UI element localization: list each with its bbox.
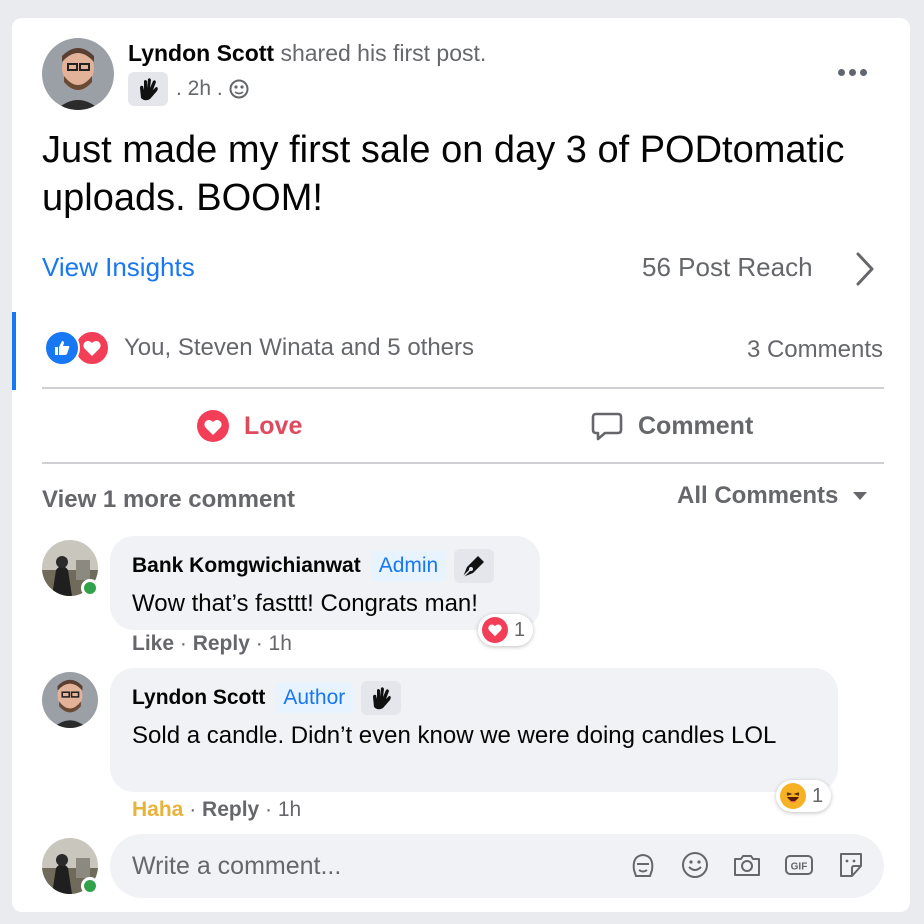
comment-actions: Like · Reply · 1h [132, 632, 292, 656]
globe-icon [229, 79, 249, 105]
wave-badge-icon[interactable] [361, 681, 402, 715]
reactions-summary[interactable]: You, Steven Winata and 5 others [44, 330, 474, 366]
author-name[interactable]: Lyndon Scott [128, 40, 274, 66]
like-link[interactable]: Like [132, 632, 174, 655]
comment-input[interactable]: Write a comment... GIF [110, 834, 884, 898]
view-more-comments[interactable]: View 1 more comment [42, 486, 295, 514]
emoji-icon[interactable] [680, 850, 710, 880]
comment-bubble: Lyndon Scott Author Sold a candle. Didn’… [110, 668, 838, 792]
view-insights-link[interactable]: View Insights [42, 252, 195, 283]
reaction-count: 1 [514, 618, 526, 641]
commenter-name[interactable]: Lyndon Scott [132, 686, 265, 710]
comment-time[interactable]: · 1h [259, 798, 301, 821]
commenter-name[interactable]: Bank Komgwichianwat [132, 554, 361, 578]
separator: · [183, 798, 203, 821]
online-status-dot [81, 877, 99, 895]
caret-down-icon [853, 492, 868, 500]
love-icon [197, 410, 229, 442]
love-button[interactable]: Love [196, 392, 302, 460]
more-options-icon[interactable] [830, 58, 874, 86]
divider [42, 387, 884, 389]
gif-icon[interactable]: GIF [784, 850, 814, 880]
author-line: Lyndon Scott shared his first post. [128, 40, 486, 67]
role-badge: Admin [370, 551, 447, 581]
love-icon [482, 617, 508, 643]
online-status-dot [81, 579, 99, 597]
haha-icon [780, 783, 806, 809]
author-avatar[interactable] [42, 38, 114, 110]
comment-text: Sold a candle. Didn’t even know we were … [132, 722, 777, 749]
comment-button[interactable]: Comment [590, 392, 753, 460]
divider [42, 462, 884, 464]
reply-link[interactable]: Reply [202, 798, 259, 821]
reactors-text: You, Steven Winata and 5 others [124, 334, 475, 361]
accent-bar [12, 312, 16, 390]
comment-icon [591, 412, 623, 441]
haha-link[interactable]: Haha [132, 798, 183, 821]
comments-count[interactable]: 3 Comments [747, 336, 883, 364]
pen-badge-icon[interactable] [454, 549, 495, 583]
comment-filter[interactable]: All Comments [677, 482, 868, 510]
separator: · [174, 632, 193, 655]
love-label: Love [244, 411, 303, 440]
comment-bubble: Bank Komgwichianwat Admin Wow that’s fas… [110, 536, 540, 630]
composer-icons: GIF [628, 850, 866, 880]
sticker-icon[interactable] [836, 850, 866, 880]
post-meta: . 2h . [128, 72, 249, 106]
like-icon [44, 330, 80, 366]
commenter-avatar[interactable] [42, 672, 98, 728]
reply-link[interactable]: Reply [193, 632, 250, 655]
comment-text: Wow that’s fasttt! Congrats man! [132, 590, 478, 617]
wave-badge-icon[interactable] [128, 72, 168, 106]
comment-label: Comment [638, 411, 754, 440]
camera-icon[interactable] [732, 850, 762, 880]
post-reach[interactable]: 56 Post Reach [642, 252, 813, 283]
comment-filter-label: All Comments [677, 482, 839, 509]
comment-reaction[interactable]: 1 [478, 614, 534, 646]
comment-actions: Haha · Reply · 1h [132, 798, 301, 822]
author-action: shared his first post. [280, 40, 487, 66]
comment-time[interactable]: · 1h [250, 632, 292, 655]
comment-reaction[interactable]: 1 [776, 780, 832, 812]
avatar-icon[interactable] [628, 850, 658, 880]
post-time[interactable]: . 2h . [176, 77, 223, 101]
reaction-count: 1 [812, 784, 824, 807]
post-text: Just made my first sale on day 3 of PODt… [42, 129, 845, 219]
chevron-right-icon[interactable] [852, 250, 878, 293]
svg-text:GIF: GIF [791, 862, 808, 873]
comment-input-placeholder: Write a comment... [132, 852, 342, 880]
role-badge: Author [275, 683, 354, 713]
